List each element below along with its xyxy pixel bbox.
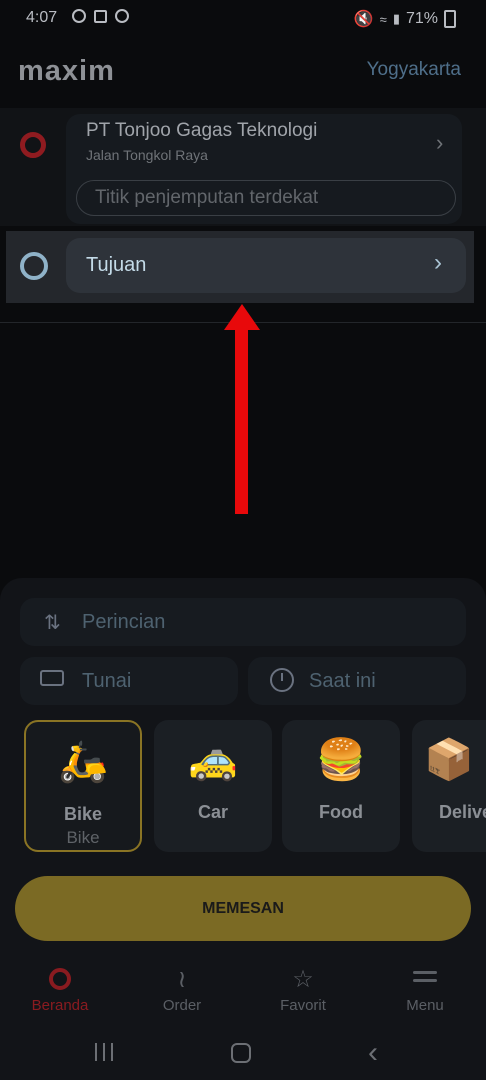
battery-text: 71%: [405, 10, 438, 27]
mute-icon: 🔇: [353, 11, 374, 28]
order-button[interactable]: MEMESAN: [15, 876, 471, 941]
recent-apps-button[interactable]: [95, 1043, 115, 1061]
scooter-icon: 🛵: [58, 740, 108, 784]
service-tile-car[interactable]: 🚕 Car: [154, 720, 272, 852]
nav-label: Order: [162, 997, 202, 1014]
nav-label: Menu: [406, 997, 444, 1014]
pickup-title: PT Tonjoo Gagas Teknologi: [86, 120, 318, 141]
nav-item-menu[interactable]: Menu: [380, 965, 470, 1014]
service-label: Car: [197, 802, 228, 822]
destination-marker-icon: [20, 252, 48, 280]
pickup-point-input[interactable]: Titik penjemputan terdekat: [76, 180, 456, 216]
nav-item-home[interactable]: Beranda: [15, 965, 105, 1014]
app-notification-icon: [94, 9, 107, 23]
clock-icon: [270, 668, 294, 692]
time-label: Saat ini: [309, 670, 376, 692]
status-icons-right: 🔇 ≈ ▮ 71%: [354, 9, 456, 29]
app-logo: maxim: [18, 55, 115, 87]
service-label: Bike: [63, 804, 103, 824]
clock-text: 4:07: [26, 9, 58, 26]
route-icon: ≀: [177, 966, 187, 993]
home-icon: [49, 968, 71, 990]
car-icon: 🚕: [188, 738, 238, 782]
destination-label: Tujuan: [86, 254, 147, 276]
service-tile-food[interactable]: 🍔 Food: [282, 720, 400, 852]
status-icons-left: [72, 9, 129, 23]
do-not-disturb-icon: [72, 9, 86, 23]
nav-label: Favorit: [280, 997, 326, 1014]
chevron-right-icon: ›: [436, 130, 444, 155]
service-sublabel: Bike: [66, 828, 100, 847]
battery-icon: [444, 10, 456, 28]
signal-icon: ▮: [392, 11, 400, 26]
cash-icon: [40, 670, 64, 686]
sliders-icon: ⇅: [44, 612, 61, 634]
service-label: Food: [319, 802, 363, 822]
status-bar: 4:07 🔇 ≈ ▮ 71%: [0, 0, 486, 36]
nav-label: Beranda: [31, 997, 89, 1014]
chevron-right-icon: ›: [434, 249, 442, 276]
pickup-marker-icon: [20, 132, 46, 158]
courier-icon: 📦: [424, 738, 474, 782]
details-label: Perincian: [82, 611, 166, 633]
nav-item-order[interactable]: ≀ Order: [137, 965, 227, 1014]
back-button[interactable]: ‹: [368, 1036, 378, 1070]
pickup-subtitle: Jalan Tongkol Raya: [86, 147, 208, 163]
service-tile-delivery[interactable]: 📦 Delive: [412, 720, 486, 852]
wifi-icon: ≈: [379, 11, 387, 27]
service-tile-bike[interactable]: 🛵 Bike Bike: [24, 720, 142, 852]
nav-item-favorites[interactable]: ☆ Favorit: [258, 965, 348, 1014]
service-label: Delive: [439, 802, 486, 822]
city-selector[interactable]: Yogyakarta: [367, 59, 461, 81]
home-button[interactable]: [231, 1043, 251, 1063]
arrow-up-icon: [224, 304, 260, 330]
menu-icon: [413, 971, 437, 987]
sync-icon: [115, 9, 129, 23]
arrow-shaft: [235, 328, 248, 514]
payment-label: Tunai: [82, 670, 132, 692]
food-icon: 🍔: [316, 738, 366, 782]
star-icon: ☆: [292, 966, 314, 993]
